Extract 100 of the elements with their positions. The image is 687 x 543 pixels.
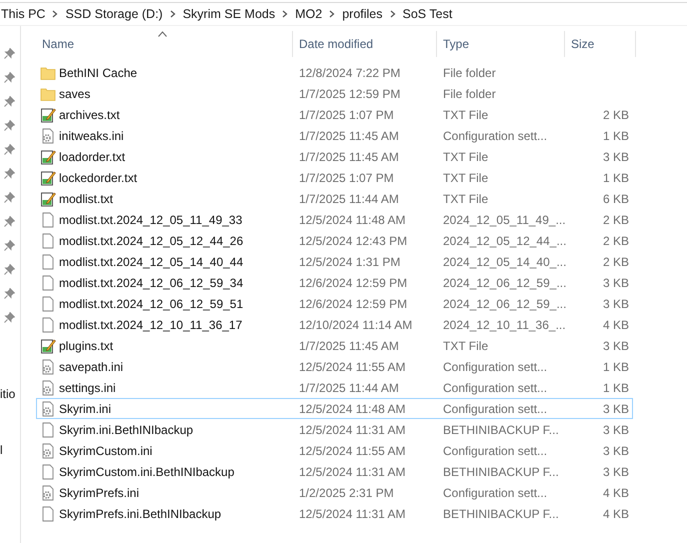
- size-cell-text: 2 KB: [602, 232, 630, 250]
- file-name[interactable]: modlist.txt.2024_12_06_12_59_34: [59, 276, 244, 290]
- type-cell-text: 2024_12_05_14_40_...: [442, 254, 565, 270]
- pin-icon[interactable]: [4, 288, 15, 299]
- date-cell-text: 12/6/2024 12:59 PM: [298, 274, 408, 292]
- file-name[interactable]: Skyrim.ini: [59, 402, 112, 416]
- size-cell-text: 4 KB: [602, 506, 630, 522]
- date-cell-text: 1/7/2025 12:59 PM: [298, 86, 402, 102]
- file-name[interactable]: modlist.txt.2024_12_05_11_49_33: [59, 212, 242, 226]
- chevron-icon: [170, 10, 176, 18]
- size-cell-text: 2 KB: [602, 212, 630, 228]
- file-name[interactable]: savepath.ini: [59, 360, 124, 374]
- date-cell-text: 1/7/2025 11:45 AM: [298, 148, 400, 166]
- breadcrumb-item[interactable]: SoS Test: [402, 7, 452, 21]
- file-name[interactable]: SkyrimCustom.ini: [59, 444, 152, 458]
- date-cell-text: 12/5/2024 1:31 PM: [298, 254, 402, 270]
- chevron-icon: [52, 10, 58, 18]
- folder-icon: [40, 86, 56, 102]
- file-name[interactable]: modlist.txt.2024_12_05_14_40_44: [59, 254, 244, 268]
- type-cell-text: TXT File: [442, 148, 490, 166]
- nav-item-text[interactable]: itio: [0, 387, 16, 401]
- notepad-icon: [40, 338, 56, 354]
- pin-icon[interactable]: [4, 168, 15, 179]
- pin-icon[interactable]: [4, 240, 15, 251]
- file-name[interactable]: modlist.txt.2024_12_06_12_59_51: [59, 296, 244, 310]
- chevron-icon: [390, 10, 396, 18]
- size-cell-text: 3 KB: [602, 442, 630, 460]
- date-cell-text: 12/5/2024 11:48 AM: [298, 400, 407, 418]
- pin-icon[interactable]: [4, 96, 15, 107]
- size-cell-text: 3 KB: [602, 464, 630, 480]
- type-cell-text: Configuration sett...: [442, 442, 548, 460]
- date-cell-text: 12/5/2024 11:55 AM: [298, 442, 407, 460]
- settings-file-icon: [40, 358, 56, 374]
- file-name[interactable]: SkyrimPrefs.ini.BethINIbackup: [59, 506, 222, 520]
- focused-row[interactable]: Skyrim.ini 12/5/2024 11:48 AM Configuration sett... 3 KB: [36, 398, 633, 419]
- column-header[interactable]: Date modified: [293, 31, 437, 57]
- date-cell-text: 1/7/2025 11:45 AM: [298, 128, 400, 144]
- date-cell-text: 1/7/2025 11:44 AM: [298, 380, 400, 396]
- type-cell-text: 2024_12_06_12_59_...: [442, 296, 565, 312]
- file-name[interactable]: Skyrim.ini.BethINIbackup: [59, 422, 194, 436]
- file-name[interactable]: loadorder.txt: [59, 150, 126, 164]
- notepad-icon: [40, 190, 56, 206]
- size-cell-text: 6 KB: [602, 190, 630, 208]
- type-cell-text: BETHINIBACKUP F...: [442, 422, 560, 438]
- size-cell-text: 4 KB: [602, 316, 630, 334]
- settings-file-icon: [40, 400, 56, 416]
- file-name[interactable]: modlist.txt: [59, 192, 114, 206]
- breadcrumb-item[interactable]: Skyrim SE Mods: [182, 7, 276, 21]
- breadcrumb-item[interactable]: SSD Storage (D:): [65, 7, 163, 21]
- file-name[interactable]: archives.txt: [59, 108, 120, 122]
- column-header[interactable]: Name: [37, 31, 293, 57]
- pin-icon[interactable]: [4, 120, 15, 131]
- file-name[interactable]: modlist.txt.2024_12_10_11_36_17: [59, 318, 242, 332]
- size-cell-text: 1 KB: [602, 170, 630, 186]
- pin-icon[interactable]: [4, 216, 15, 227]
- size-cell-text: 1 KB: [602, 358, 630, 376]
- file-icon: [40, 254, 56, 270]
- size-cell-text: 3 KB: [602, 296, 630, 312]
- size-cell-text: 3 KB: [602, 274, 630, 292]
- type-cell-text: Configuration sett...: [442, 128, 548, 144]
- settings-file-icon: [40, 484, 56, 500]
- date-cell-text: 12/5/2024 11:55 AM: [298, 358, 407, 376]
- column-header[interactable]: Type: [437, 31, 565, 57]
- chevron-icon: [329, 10, 336, 18]
- settings-file-icon: [40, 128, 56, 144]
- date-cell-text: 12/5/2024 11:48 AM: [298, 212, 407, 228]
- pin-icon[interactable]: [4, 264, 15, 275]
- column-header[interactable]: Size: [565, 31, 636, 57]
- file-name[interactable]: settings.ini: [59, 380, 116, 394]
- breadcrumb-item[interactable]: MO2: [295, 7, 322, 21]
- file-name[interactable]: BethINI Cache: [59, 66, 138, 80]
- pin-icon[interactable]: [4, 144, 15, 155]
- type-cell-text: Configuration sett...: [442, 400, 548, 418]
- file-name[interactable]: lockedorder.txt: [59, 170, 138, 184]
- file-name[interactable]: plugins.txt: [59, 338, 114, 352]
- file-name[interactable]: saves: [59, 86, 90, 100]
- file-icon: [40, 212, 56, 228]
- size-cell-text: 1 KB: [602, 128, 630, 144]
- date-cell-text: 1/7/2025 1:07 PM: [298, 106, 395, 124]
- file-icon: [40, 464, 56, 480]
- notepad-icon: [40, 148, 56, 164]
- date-cell-text: 1/7/2025 1:07 PM: [298, 170, 395, 186]
- nav-item-text[interactable]: l: [0, 443, 3, 457]
- pin-icon[interactable]: [4, 192, 15, 203]
- file-icon: [40, 422, 56, 438]
- type-cell-text: 2024_12_06_12_59_...: [442, 274, 565, 292]
- size-cell-text: 2 KB: [602, 254, 630, 270]
- breadcrumb-item[interactable]: This PC: [1, 7, 46, 21]
- file-name[interactable]: SkyrimCustom.ini.BethINIbackup: [59, 464, 234, 478]
- file-name[interactable]: modlist.txt.2024_12_05_12_44_26: [59, 234, 244, 248]
- type-cell-text: File folder: [442, 64, 497, 82]
- breadcrumb-item[interactable]: profiles: [342, 7, 382, 21]
- type-cell-text: File folder: [442, 86, 497, 102]
- pin-icon[interactable]: [4, 312, 15, 323]
- pin-icon[interactable]: [4, 48, 15, 59]
- date-cell-text: 12/5/2024 12:43 PM: [298, 232, 408, 250]
- file-name[interactable]: SkyrimPrefs.ini: [59, 486, 140, 500]
- pin-icon[interactable]: [4, 72, 15, 83]
- file-name[interactable]: initweaks.ini: [59, 128, 124, 142]
- chevron-icon: [282, 10, 288, 18]
